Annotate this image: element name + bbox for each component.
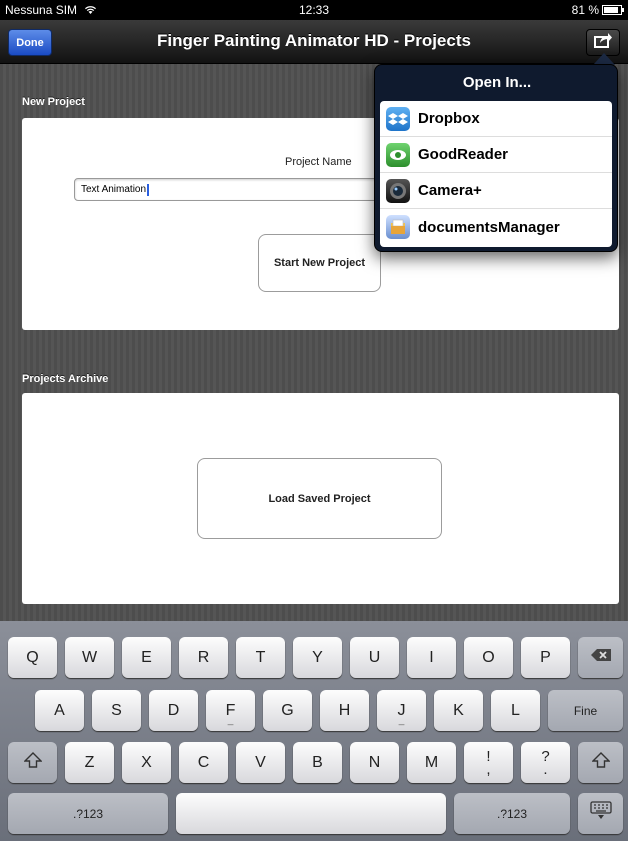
return-key[interactable]: Fine bbox=[548, 690, 623, 731]
key-v[interactable]: V bbox=[236, 742, 285, 783]
dropbox-icon bbox=[386, 106, 410, 131]
key-g[interactable]: G bbox=[263, 690, 312, 731]
new-project-section-label: New Project bbox=[22, 96, 85, 108]
key-l[interactable]: L bbox=[491, 690, 540, 731]
open-in-dropbox[interactable]: Dropbox bbox=[380, 101, 612, 137]
goodreader-icon bbox=[386, 142, 410, 167]
page-title: Finger Painting Animator HD - Projects bbox=[157, 31, 471, 50]
key-p[interactable]: P bbox=[521, 637, 570, 678]
key-m[interactable]: M bbox=[407, 742, 456, 783]
key-z[interactable]: Z bbox=[65, 742, 114, 783]
key-label-stack: ! , bbox=[486, 749, 491, 778]
clock: 12:33 bbox=[298, 3, 330, 17]
key-label-bottom: , bbox=[486, 760, 491, 778]
keyboard-hide-icon bbox=[589, 801, 612, 826]
projects-archive-section-label: Projects Archive bbox=[22, 373, 109, 385]
open-in-item-label: Camera+ bbox=[418, 182, 482, 199]
home-row-marker: _ bbox=[227, 715, 234, 726]
project-name-value: Text Animation bbox=[81, 184, 147, 195]
projects-archive-panel: Load Saved Project bbox=[22, 393, 619, 604]
share-button[interactable] bbox=[586, 29, 620, 56]
battery-icon bbox=[602, 5, 624, 15]
battery-indicator: 81 % bbox=[571, 3, 624, 17]
shift-key-left[interactable] bbox=[8, 742, 57, 783]
start-new-project-button[interactable]: Start New Project bbox=[258, 234, 381, 292]
key-question-period[interactable]: ? . bbox=[521, 742, 570, 783]
key-label-bottom: . bbox=[543, 760, 548, 778]
home-row-marker: _ bbox=[398, 715, 405, 726]
on-screen-keyboard: Q W E R T Y U I O P A S D F _ G H J _ K … bbox=[0, 621, 628, 841]
key-a[interactable]: A bbox=[35, 690, 84, 731]
shift-icon bbox=[590, 752, 611, 773]
popover-title: Open In... bbox=[462, 74, 532, 91]
space-bar[interactable] bbox=[176, 793, 446, 834]
open-in-popover: Open In... Dropbox GoodReader Camera+ do… bbox=[374, 64, 618, 252]
key-i[interactable]: I bbox=[407, 637, 456, 678]
key-label-stack: ? . bbox=[541, 749, 549, 778]
key-o[interactable]: O bbox=[464, 637, 513, 678]
key-exclamation-comma[interactable]: ! , bbox=[464, 742, 513, 783]
navigation-bar: Done Finger Painting Animator HD - Proje… bbox=[0, 20, 628, 64]
key-h[interactable]: H bbox=[320, 690, 369, 731]
open-in-documents-manager[interactable]: documentsManager bbox=[380, 209, 612, 245]
open-in-goodreader[interactable]: GoodReader bbox=[380, 137, 612, 173]
key-j[interactable]: J _ bbox=[377, 690, 426, 731]
key-n[interactable]: N bbox=[350, 742, 399, 783]
share-icon bbox=[593, 32, 613, 53]
load-saved-project-button[interactable]: Load Saved Project bbox=[197, 458, 442, 539]
key-e[interactable]: E bbox=[122, 637, 171, 678]
hide-keyboard-key[interactable] bbox=[578, 793, 623, 834]
key-w[interactable]: W bbox=[65, 637, 114, 678]
numbers-key-left[interactable]: .?123 bbox=[8, 793, 168, 834]
key-s[interactable]: S bbox=[92, 690, 141, 731]
key-t[interactable]: T bbox=[236, 637, 285, 678]
key-d[interactable]: D bbox=[149, 690, 198, 731]
project-name-label: Project Name bbox=[285, 156, 352, 168]
documents-manager-icon bbox=[386, 215, 410, 239]
project-name-input[interactable]: Text Animation bbox=[74, 178, 404, 201]
open-in-item-label: Dropbox bbox=[418, 110, 480, 127]
numbers-key-right[interactable]: .?123 bbox=[454, 793, 570, 834]
open-in-list: Dropbox GoodReader Camera+ documentsMana… bbox=[380, 101, 612, 247]
key-q[interactable]: Q bbox=[8, 637, 57, 678]
key-f[interactable]: F _ bbox=[206, 690, 255, 731]
key-r[interactable]: R bbox=[179, 637, 228, 678]
key-u[interactable]: U bbox=[350, 637, 399, 678]
key-b[interactable]: B bbox=[293, 742, 342, 783]
text-cursor bbox=[147, 183, 150, 196]
open-in-camera-plus[interactable]: Camera+ bbox=[380, 173, 612, 209]
key-k[interactable]: K bbox=[434, 690, 483, 731]
backspace-icon bbox=[590, 648, 612, 667]
shift-icon bbox=[22, 752, 43, 773]
shift-key-right[interactable] bbox=[578, 742, 623, 783]
battery-percent: 81 % bbox=[571, 3, 599, 17]
camera-plus-icon bbox=[386, 178, 410, 203]
key-c[interactable]: C bbox=[179, 742, 228, 783]
status-bar: Nessuna SIM 12:33 81 % bbox=[0, 0, 628, 20]
key-y[interactable]: Y bbox=[293, 637, 342, 678]
backspace-key[interactable] bbox=[578, 637, 623, 678]
key-x[interactable]: X bbox=[122, 742, 171, 783]
open-in-item-label: GoodReader bbox=[418, 146, 509, 163]
open-in-item-label: documentsManager bbox=[418, 218, 560, 236]
